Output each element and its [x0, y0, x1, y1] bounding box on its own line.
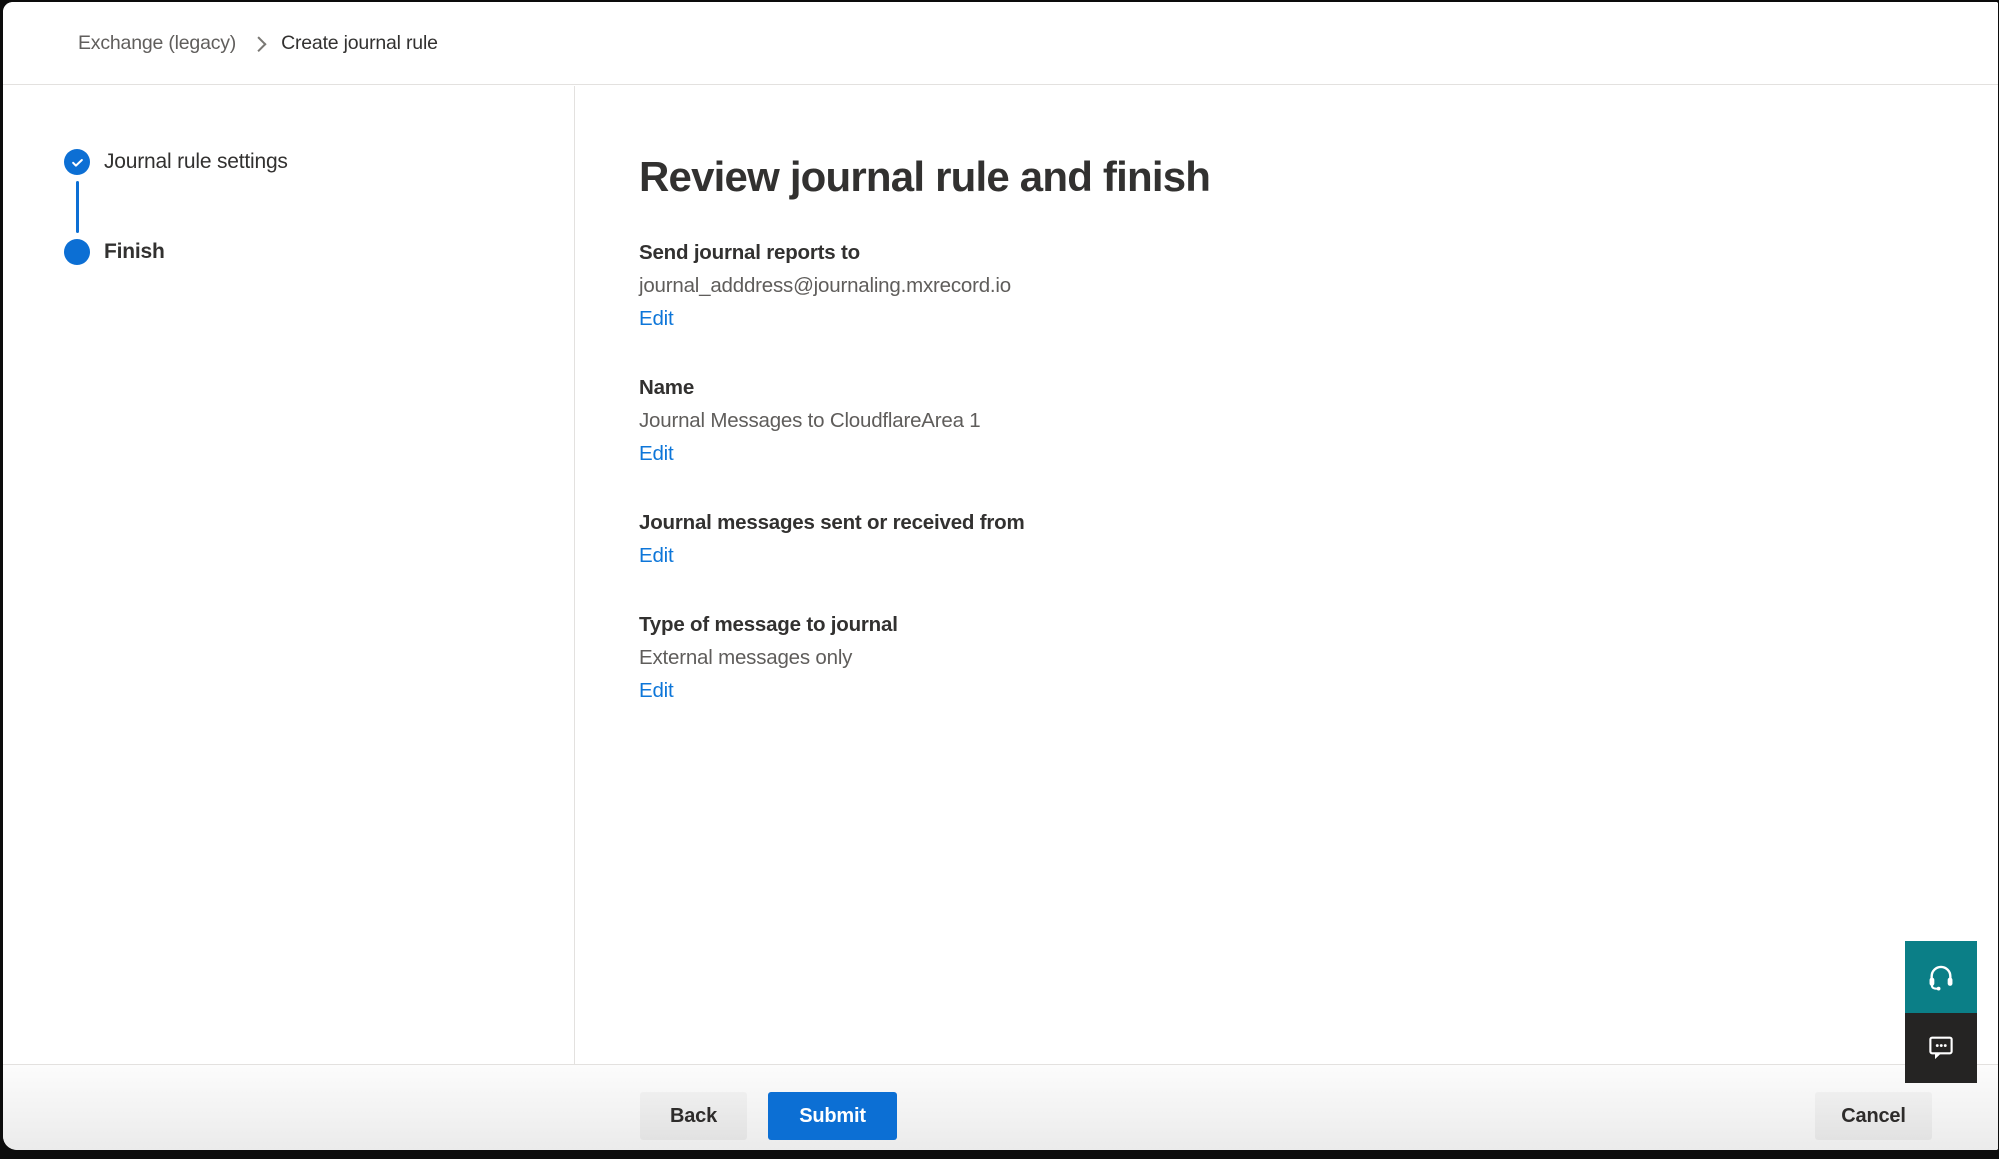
help-widget	[1905, 941, 1977, 1083]
cancel-button[interactable]: Cancel	[1815, 1092, 1932, 1140]
section-journal-messages-scope: Journal messages sent or received from E…	[639, 506, 1958, 572]
dot-icon	[64, 239, 90, 265]
step-journal-rule-settings[interactable]: Journal rule settings	[64, 149, 574, 175]
section-label: Send journal reports to	[639, 236, 1958, 269]
edit-link-name[interactable]: Edit	[639, 437, 674, 470]
section-label: Type of message to journal	[639, 608, 1958, 641]
exchange-admin-page: { "breadcrumb": { "items": ["Exchange (l…	[0, 0, 1999, 1159]
chat-icon	[1926, 1032, 1956, 1065]
app-body: Journal rule settings Finish Review jour…	[3, 86, 1998, 1064]
edit-link-message-type[interactable]: Edit	[639, 674, 674, 707]
feedback-button[interactable]	[1905, 1013, 1977, 1083]
page-title: Review journal rule and finish	[639, 149, 1958, 205]
step-connector-line	[76, 181, 79, 233]
action-bar: Back Submit Cancel	[3, 1064, 1998, 1150]
section-send-journal-reports-to: Send journal reports to journal_adddress…	[639, 236, 1958, 335]
back-button[interactable]: Back	[640, 1092, 747, 1140]
step-finish[interactable]: Finish	[64, 239, 574, 265]
section-message-type: Type of message to journal External mess…	[639, 608, 1958, 707]
message-type-value: External messages only	[639, 641, 1958, 674]
check-icon	[64, 149, 90, 175]
support-button[interactable]	[1905, 941, 1977, 1013]
breadcrumb-exchange-legacy[interactable]: Exchange (legacy)	[78, 32, 236, 55]
submit-button[interactable]: Submit	[768, 1092, 897, 1140]
rule-name-value: Journal Messages to CloudflareArea 1	[639, 404, 1958, 437]
section-name: Name Journal Messages to CloudflareArea …	[639, 371, 1958, 470]
wizard-steps-panel: Journal rule settings Finish	[3, 86, 575, 1064]
review-panel: Review journal rule and finish Send jour…	[575, 86, 1998, 1064]
app-window: Exchange (legacy) Create journal rule Jo…	[3, 2, 1998, 1150]
step-label: Journal rule settings	[104, 150, 288, 174]
breadcrumb-create-journal-rule: Create journal rule	[281, 32, 438, 55]
headset-icon	[1925, 960, 1957, 995]
section-label: Name	[639, 371, 1958, 404]
section-label: Journal messages sent or received from	[639, 506, 1958, 539]
chevron-right-icon	[251, 36, 267, 52]
breadcrumb: Exchange (legacy) Create journal rule	[3, 2, 1998, 85]
journal-report-address: journal_adddress@journaling.mxrecord.io	[639, 269, 1958, 302]
edit-link-scope[interactable]: Edit	[639, 539, 674, 572]
step-label: Finish	[104, 240, 165, 264]
edit-link-send-journal-reports[interactable]: Edit	[639, 302, 674, 335]
